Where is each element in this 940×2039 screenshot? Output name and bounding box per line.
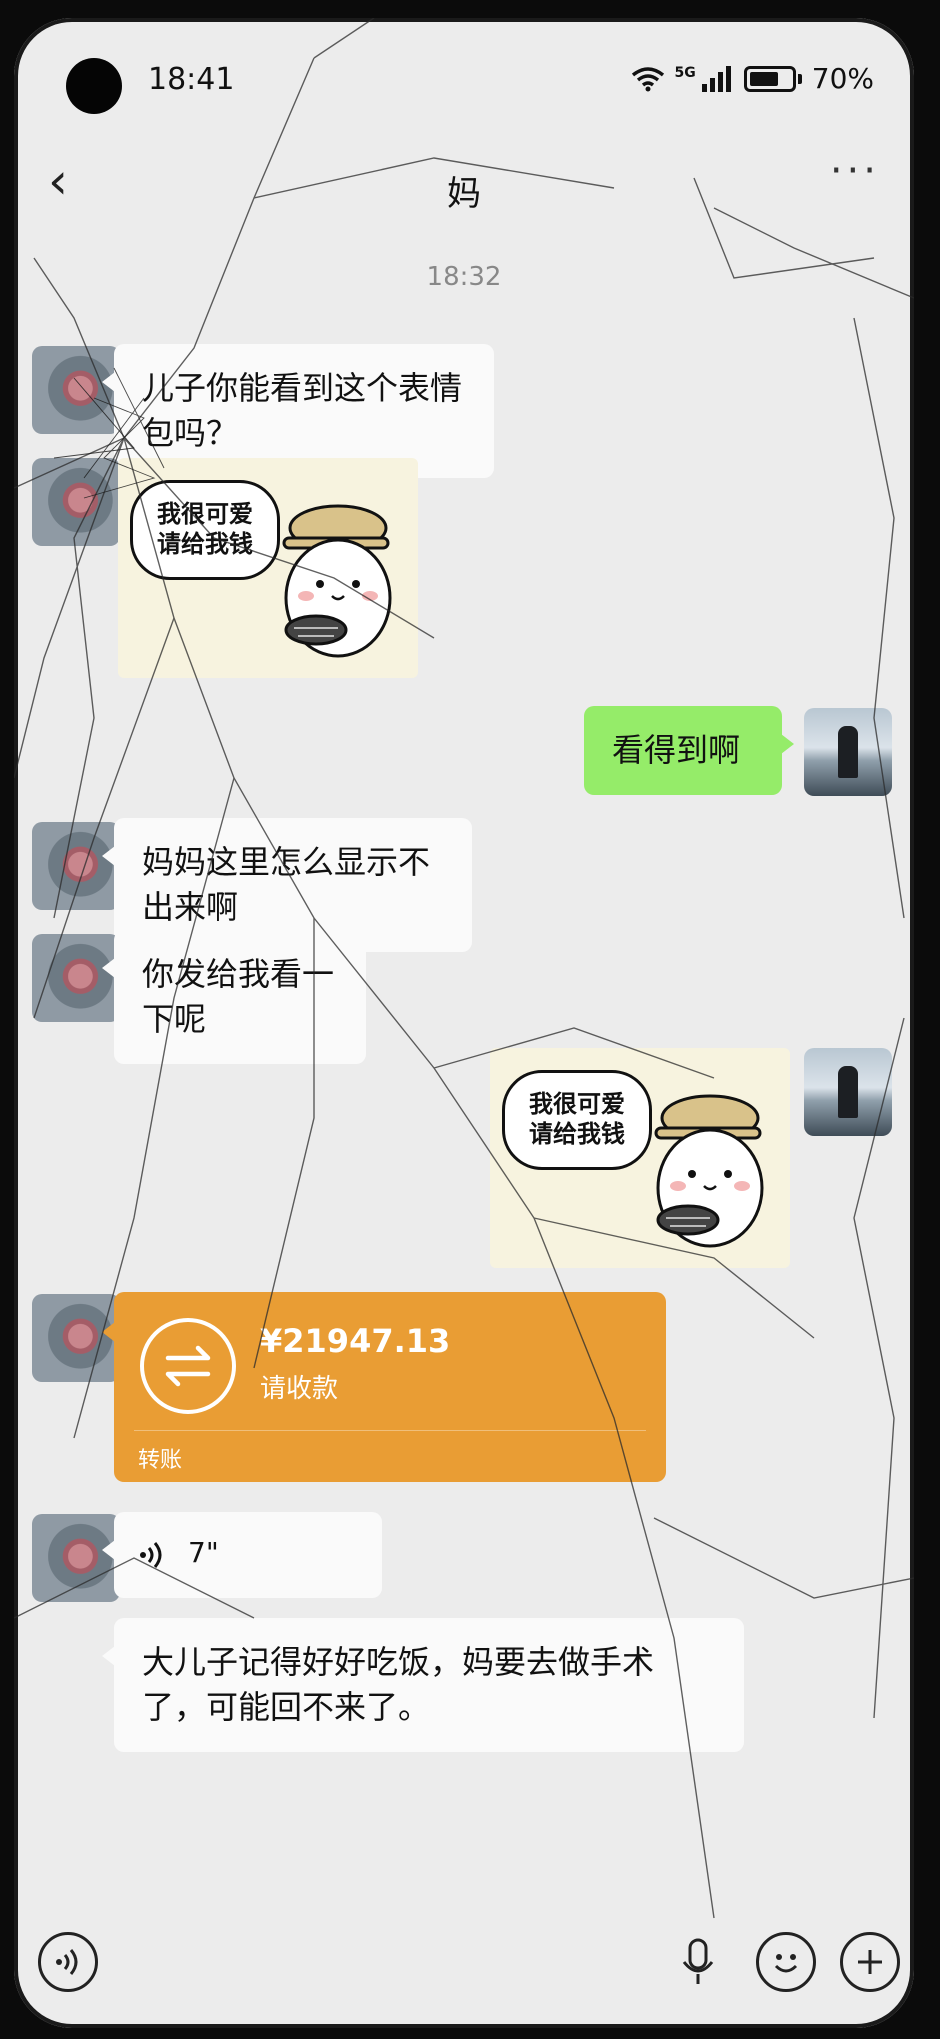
signal-icon (701, 65, 731, 92)
message-timestamp: 18:32 (426, 262, 502, 292)
message-bubble[interactable]: 大儿子记得好好吃饭，妈要去做手术了，可能回不来了。 (102, 1618, 744, 1752)
status-icons: 5G 70% (631, 62, 874, 95)
more-icon[interactable]: ··· (830, 148, 880, 194)
transfer-status: 请收款 (260, 1374, 339, 1404)
avatar-me[interactable] (804, 1048, 892, 1136)
sticker-character (282, 504, 392, 658)
sticker-message[interactable]: 我很可爱 请给我钱 (118, 458, 418, 678)
avatar-mom[interactable] (32, 934, 120, 1022)
battery-tip (797, 73, 802, 84)
voice-mode-icon[interactable] (38, 1932, 98, 1992)
chat-title: 妈 (447, 174, 481, 214)
sticker-speech-bubble: 我很可爱 请给我钱 (502, 1070, 652, 1170)
status-time: 18:41 (148, 62, 235, 97)
sticker-line: 我很可爱 (529, 1090, 625, 1118)
transfer-amount: ¥21947.13 (260, 1322, 451, 1360)
emoji-icon[interactable] (756, 1932, 816, 1992)
avatar-mom[interactable] (32, 822, 120, 910)
avatar-me[interactable] (804, 708, 892, 796)
message-bubble[interactable]: 你发给我看一下呢 (102, 930, 366, 1064)
battery-icon (743, 65, 796, 92)
phone-screen: 18:41 5G 70% ‹ 妈 ··· 18:32 儿子你能看到这个表情包吗？… (14, 18, 914, 2028)
voice-duration: 7" (188, 1536, 219, 1569)
sticker-line: 我很可爱 (157, 500, 253, 528)
avatar-mom[interactable] (32, 458, 120, 546)
voice-message[interactable]: 7" (102, 1512, 382, 1598)
sticker-message-me[interactable]: 我很可爱 请给我钱 (490, 1048, 790, 1268)
transfer-divider (134, 1430, 646, 1431)
microphone-icon[interactable] (678, 1936, 718, 1990)
input-bar (14, 1918, 914, 2028)
sticker-line: 请给我钱 (529, 1120, 625, 1148)
transfer-icon (140, 1318, 236, 1414)
sticker-character (654, 1094, 764, 1248)
network-label: 5G (674, 64, 696, 81)
plus-icon[interactable] (840, 1932, 900, 1992)
voice-wave-icon (140, 1542, 162, 1568)
front-camera (66, 58, 122, 114)
transfer-card[interactable]: ¥21947.13 请收款 转账 (102, 1292, 666, 1482)
transfer-label: 转账 (138, 1448, 183, 1473)
message-bubble-me[interactable]: 看得到啊 (584, 706, 794, 795)
sticker-speech-bubble: 我很可爱 请给我钱 (130, 480, 280, 580)
sticker-line: 请给我钱 (157, 530, 253, 558)
wifi-icon (631, 66, 664, 91)
battery-percent: 70% (811, 62, 874, 95)
